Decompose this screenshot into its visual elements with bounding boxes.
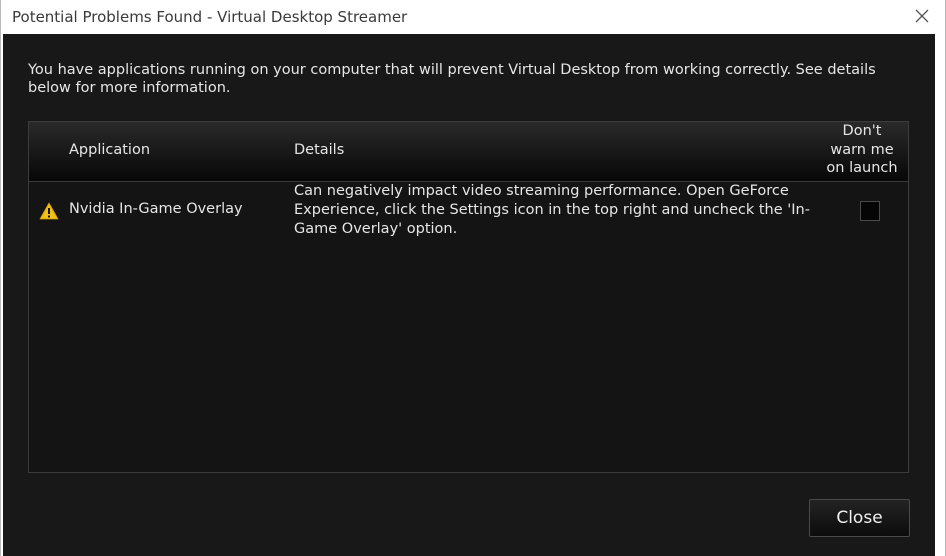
application-name: Nvidia In-Game Overlay bbox=[69, 201, 243, 217]
column-header-dont-warn-line3: on launch bbox=[826, 160, 898, 176]
dialog-window: Potential Problems Found - Virtual Deskt… bbox=[0, 0, 946, 556]
problem-details: Can negatively impact video streaming pe… bbox=[294, 183, 810, 237]
column-header-dont-warn: Don't warn me on launch bbox=[819, 122, 905, 178]
close-icon[interactable] bbox=[913, 7, 931, 25]
table-row[interactable]: Nvidia In-Game Overlay Can negatively im… bbox=[29, 182, 908, 244]
column-header-application: Application bbox=[69, 142, 151, 158]
column-header-details: Details bbox=[294, 142, 345, 158]
close-button[interactable]: Close bbox=[809, 499, 910, 537]
table-header: Application Details Don't warn me on lau… bbox=[29, 122, 908, 182]
warning-icon bbox=[39, 202, 59, 220]
dont-warn-checkbox[interactable] bbox=[860, 201, 880, 221]
problems-table: Application Details Don't warn me on lau… bbox=[28, 121, 909, 473]
title-bar[interactable]: Potential Problems Found - Virtual Deskt… bbox=[1, 0, 945, 34]
dialog-body: You have applications running on your co… bbox=[3, 34, 935, 556]
window-title: Potential Problems Found - Virtual Deskt… bbox=[12, 8, 408, 26]
column-header-dont-warn-line1: Don't bbox=[842, 123, 882, 139]
column-header-dont-warn-line2: warn me bbox=[830, 141, 894, 158]
intro-message: You have applications running on your co… bbox=[28, 62, 876, 96]
